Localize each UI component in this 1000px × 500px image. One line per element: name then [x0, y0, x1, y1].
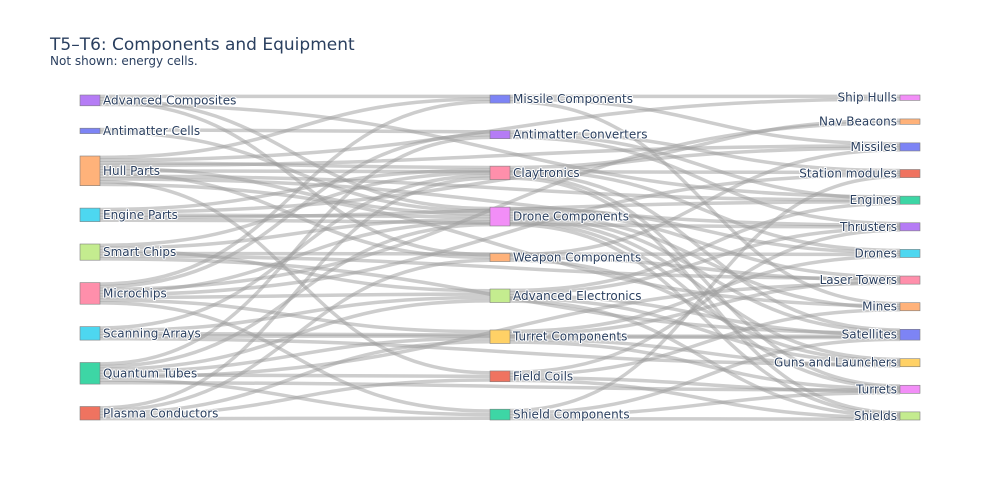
sankey-node-ship_hulls[interactable]: [899, 94, 921, 101]
sankey-node-label-scanning_arrays: Scanning Arrays: [103, 326, 201, 340]
sankey-node-smart_chips[interactable]: [79, 243, 101, 261]
sankey-node-label-plasma_conductors: Plasma Conductors: [103, 406, 218, 420]
sankey-node-field_coils[interactable]: [489, 370, 511, 383]
sankey-node-hull_parts[interactable]: [79, 155, 101, 187]
sankey-node-advanced_electronics[interactable]: [489, 288, 511, 303]
sankey-node-label-ship_hulls: Ship Hulls: [837, 91, 897, 105]
sankey-node-label-antimatter_converters: Antimatter Converters: [513, 128, 647, 142]
sankey-node-advanced_composites[interactable]: [79, 94, 101, 107]
sankey-node-claytronics[interactable]: [489, 165, 511, 180]
sankey-node-label-engine_parts: Engine Parts: [103, 208, 178, 222]
sankey-node-label-missiles: Missiles: [851, 140, 898, 154]
sankey-node-turrets[interactable]: [899, 384, 921, 394]
sankey-node-label-quantum_tubes: Quantum Tubes: [103, 366, 197, 380]
sankey-node-label-weapon_components: Weapon Components: [513, 251, 641, 265]
sankey-node-turret_components[interactable]: [489, 329, 511, 344]
sankey-node-label-advanced_composites: Advanced Composites: [103, 93, 236, 107]
sankey-node-label-shield_components: Shield Components: [513, 408, 630, 422]
sankey-node-guns_and_launchers[interactable]: [899, 358, 921, 368]
sankey-node-label-antimatter_cells: Antimatter Cells: [103, 124, 200, 138]
sankey-node-label-advanced_electronics: Advanced Electronics: [513, 289, 642, 303]
sankey-node-thrusters[interactable]: [899, 222, 921, 232]
sankey-node-label-shields: Shields: [854, 409, 897, 423]
chart-subtitle: Not shown: energy cells.: [50, 54, 198, 68]
sankey-node-scanning_arrays[interactable]: [79, 326, 101, 341]
sankey-node-missiles[interactable]: [899, 142, 921, 152]
sankey-node-microchips[interactable]: [79, 282, 101, 305]
sankey-node-weapon_components[interactable]: [489, 253, 511, 262]
sankey-node-satellites[interactable]: [899, 328, 921, 341]
sankey-node-mines[interactable]: [899, 302, 921, 312]
sankey-node-station_modules[interactable]: [899, 169, 921, 178]
sankey-node-drones[interactable]: [899, 249, 921, 258]
sankey-node-shields[interactable]: [899, 411, 921, 421]
sankey-node-label-drones: Drones: [855, 246, 898, 260]
sankey-node-shield_components[interactable]: [489, 408, 511, 421]
sankey-node-drone_components[interactable]: [489, 206, 511, 227]
sankey-node-label-field_coils: Field Coils: [513, 369, 573, 383]
sankey-node-label-claytronics: Claytronics: [513, 166, 580, 180]
sankey-node-label-nav_beacons: Nav Beacons: [819, 115, 897, 129]
sankey-node-laser_towers[interactable]: [899, 275, 921, 285]
sankey-node-missile_components[interactable]: [489, 94, 511, 104]
sankey-node-quantum_tubes[interactable]: [79, 362, 101, 385]
sankey-node-label-guns_and_launchers: Guns and Launchers: [774, 356, 897, 370]
sankey-node-label-engines: Engines: [850, 193, 897, 207]
sankey-node-label-turrets: Turrets: [855, 382, 897, 396]
sankey-node-label-drone_components: Drone Components: [513, 210, 629, 224]
sankey-node-engines[interactable]: [899, 195, 921, 205]
sankey-node-plasma_conductors[interactable]: [79, 406, 101, 421]
sankey-node-label-hull_parts: Hull Parts: [103, 164, 160, 178]
sankey-node-antimatter_cells[interactable]: [79, 127, 101, 134]
sankey-node-engine_parts[interactable]: [79, 207, 101, 222]
sankey-node-label-turret_components: Turret Components: [512, 330, 627, 344]
sankey-node-label-missile_components: Missile Components: [513, 92, 633, 106]
sankey-node-label-thrusters: Thrusters: [839, 220, 897, 234]
sankey-node-label-mines: Mines: [862, 300, 897, 314]
sankey-node-nav_beacons[interactable]: [899, 118, 921, 125]
sankey-node-label-microchips: Microchips: [103, 286, 167, 300]
sankey-node-label-satellites: Satellites: [842, 328, 897, 342]
sankey-node-label-smart_chips: Smart Chips: [103, 245, 176, 259]
sankey-node-label-laser_towers: Laser Towers: [820, 273, 897, 287]
sankey-node-label-station_modules: Station modules: [799, 167, 897, 181]
sankey-chart: T5–T6: Components and Equipment Not show…: [49, 35, 921, 424]
sankey-node-antimatter_converters[interactable]: [489, 130, 511, 139]
chart-title: T5–T6: Components and Equipment: [49, 35, 355, 55]
